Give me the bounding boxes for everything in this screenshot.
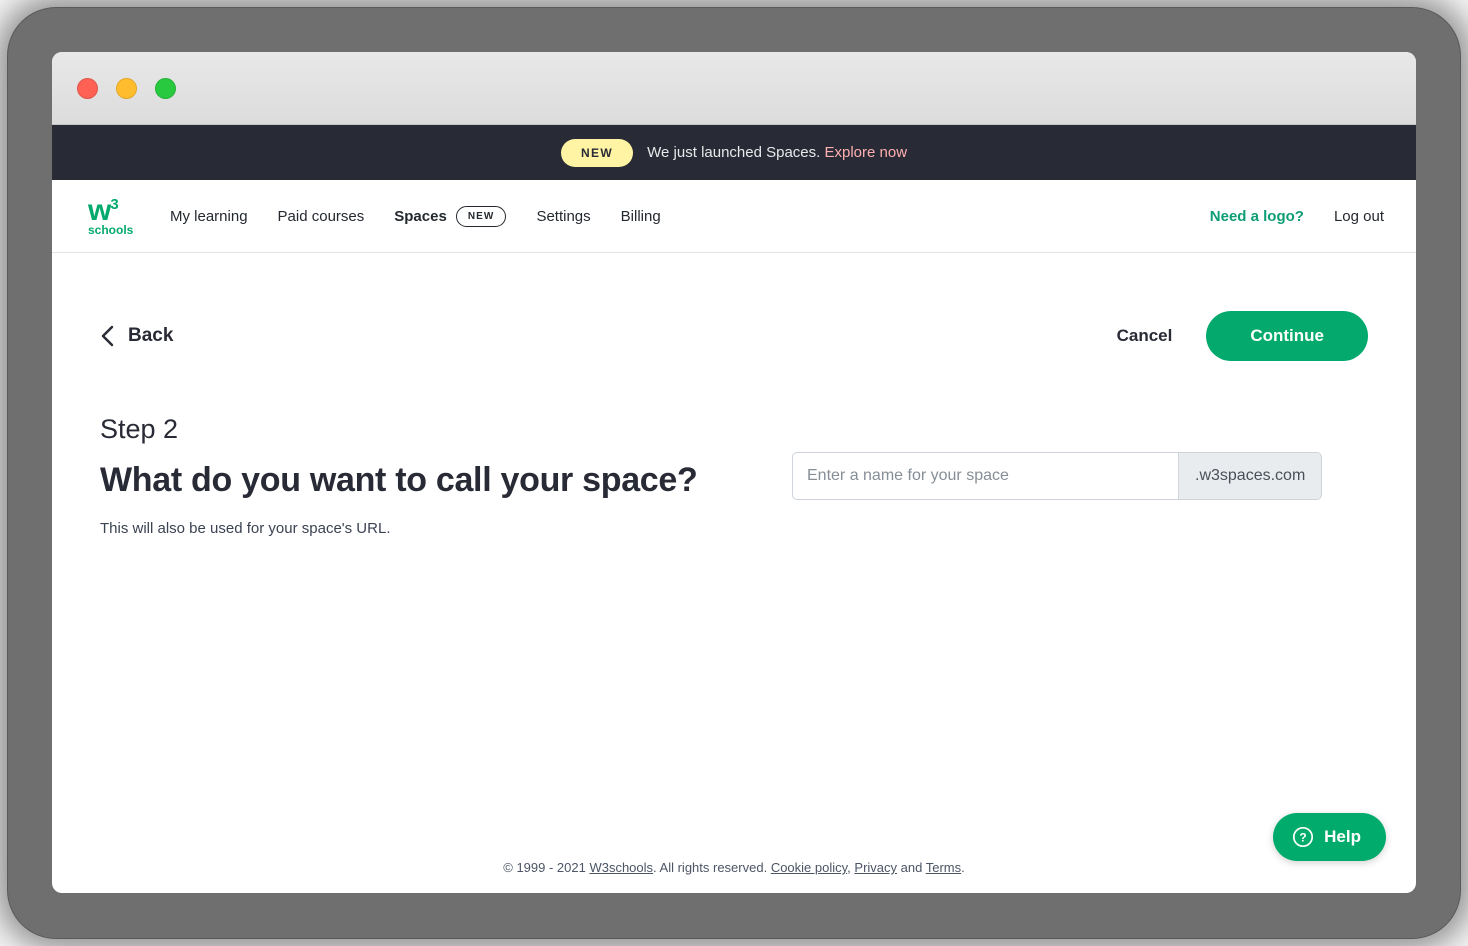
footer-cookie-policy-link[interactable]: Cookie policy bbox=[771, 860, 847, 875]
log-out-link[interactable]: Log out bbox=[1334, 208, 1384, 225]
nav-right-group: Need a logo? Log out bbox=[1210, 208, 1384, 225]
footer-privacy-link[interactable]: Privacy bbox=[854, 860, 897, 875]
nav-item-spaces-group: Spaces NEW bbox=[394, 205, 507, 227]
help-label: Help bbox=[1324, 827, 1361, 846]
minimize-window-button[interactable] bbox=[116, 77, 137, 99]
question-circle-icon: ? bbox=[1293, 826, 1314, 848]
w3schools-logo[interactable]: w3 schools bbox=[88, 194, 144, 237]
chevron-left-icon bbox=[101, 325, 114, 347]
site-navigation: w3 schools My learning Paid courses Spac… bbox=[52, 180, 1416, 253]
step-section: Step 2 What do you want to call your spa… bbox=[100, 413, 1368, 537]
action-row: Back Cancel Continue bbox=[100, 253, 1368, 361]
close-window-button[interactable] bbox=[77, 77, 98, 99]
promo-text: We just launched Spaces. Explore now bbox=[647, 144, 907, 161]
page-title: What do you want to call your space? bbox=[100, 460, 698, 499]
promo-message: We just launched Spaces. bbox=[647, 144, 821, 161]
footer-w3schools-link[interactable]: W3schools bbox=[589, 860, 653, 875]
space-name-domain-suffix: .w3spaces.com bbox=[1178, 452, 1323, 500]
cancel-button[interactable]: Cancel bbox=[1113, 318, 1177, 354]
window-title-bar bbox=[52, 52, 1416, 125]
spaces-new-badge: NEW bbox=[455, 205, 507, 227]
step-subtext: This will also be used for your space's … bbox=[100, 519, 391, 537]
maximize-window-button[interactable] bbox=[155, 77, 176, 99]
promo-explore-now-link[interactable]: Explore now bbox=[825, 144, 908, 161]
nav-item-my-learning[interactable]: My learning bbox=[170, 208, 248, 225]
back-label: Back bbox=[128, 325, 174, 346]
nav-item-spaces[interactable]: Spaces bbox=[394, 208, 447, 225]
site-footer: © 1999 - 2021 W3schools. All rights rese… bbox=[52, 860, 1416, 875]
space-name-input[interactable] bbox=[792, 452, 1178, 500]
step-label: Step 2 bbox=[100, 414, 179, 444]
logo-mark-icon: w3 bbox=[88, 194, 119, 227]
promo-banner: NEW We just launched Spaces. Explore now bbox=[52, 125, 1416, 180]
nav-item-settings[interactable]: Settings bbox=[536, 208, 590, 225]
nav-item-paid-courses[interactable]: Paid courses bbox=[278, 208, 365, 225]
space-name-input-group: .w3spaces.com bbox=[792, 452, 1323, 500]
page-body: Back Cancel Continue Step 2 What do you … bbox=[52, 253, 1416, 893]
step-text-block: Step 2 What do you want to call your spa… bbox=[100, 413, 740, 537]
action-buttons-group: Cancel Continue bbox=[1113, 311, 1368, 361]
browser-window: NEW We just launched Spaces. Explore now… bbox=[52, 52, 1416, 893]
footer-period: . bbox=[961, 860, 965, 875]
continue-button[interactable]: Continue bbox=[1206, 311, 1368, 361]
footer-terms-link[interactable]: Terms bbox=[926, 860, 961, 875]
logo-wordmark: schools bbox=[88, 223, 134, 237]
footer-rights: . All rights reserved. bbox=[653, 860, 771, 875]
footer-copyright: © 1999 - 2021 bbox=[503, 860, 590, 875]
back-button[interactable]: Back bbox=[100, 325, 173, 347]
help-button[interactable]: ? Help bbox=[1273, 813, 1386, 861]
need-a-logo-link[interactable]: Need a logo? bbox=[1210, 208, 1304, 225]
promo-new-badge: NEW bbox=[560, 138, 634, 167]
nav-item-billing[interactable]: Billing bbox=[621, 208, 661, 225]
logo-superscript: 3 bbox=[110, 196, 118, 213]
footer-and: and bbox=[897, 860, 926, 875]
svg-text:?: ? bbox=[1299, 831, 1306, 845]
